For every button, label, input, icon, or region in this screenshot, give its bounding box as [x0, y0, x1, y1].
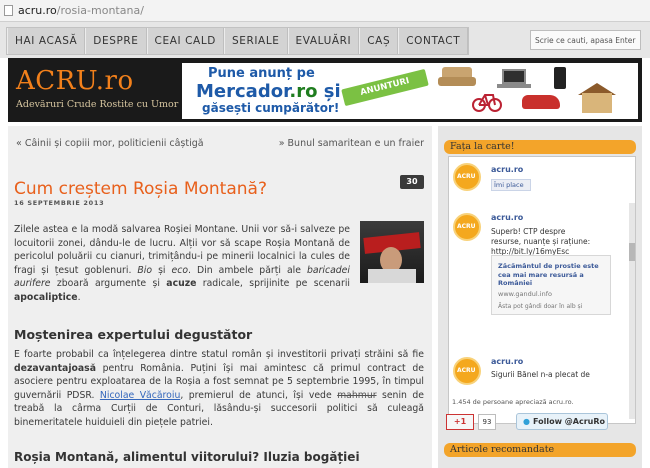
site-tagline: Adevăruri Crude Rostite cu Umor	[16, 99, 179, 110]
fb-scrollbar[interactable]	[629, 203, 635, 419]
sidebar: Fața la carte! ACRU acru.ro Îmi place AC…	[438, 126, 642, 468]
fb-scroll-thumb[interactable]	[629, 243, 635, 261]
comment-count-badge[interactable]: 30	[400, 175, 424, 189]
search-input[interactable]: Scrie ce cauti, apasa Enter	[530, 30, 641, 50]
laptop-base-icon	[497, 84, 531, 88]
acru-avatar[interactable]: ACRU	[453, 357, 481, 385]
ad-badge: ANUNTURI GRATUITE	[341, 68, 429, 114]
section-heading-2: Roșia Montană, alimentul viitorului? Ilu…	[14, 450, 360, 464]
fb-page-name[interactable]: acru.ro	[491, 165, 523, 174]
main-content: « Câinii și copiii mor, politicienii câș…	[8, 126, 432, 468]
post-title[interactable]: Cum creștem Roșia Montană?	[14, 179, 267, 199]
nav-item-hai-acasa[interactable]: HAI ACASĂ	[7, 28, 86, 54]
fb-post-author[interactable]: acru.ro	[491, 213, 523, 222]
url-text[interactable]: acru.ro/rosia-montana/	[18, 4, 144, 17]
twitter-bird-icon: ●	[523, 417, 530, 426]
fb-card-caption: Ăsta pot gândi doar în alb și	[498, 303, 583, 310]
bicycle-icon	[472, 94, 502, 112]
facebook-like-box: ACRU acru.ro Îmi place ACRU acru.ro Supe…	[448, 156, 636, 424]
phone-icon	[554, 67, 566, 89]
ad-line-1: Pune anunț pe	[208, 66, 315, 81]
facebook-widget-title: Fața la carte!	[444, 140, 636, 154]
previous-post-link[interactable]: « Câinii și copiii mor, politicienii câș…	[16, 138, 204, 149]
twitter-follow-button[interactable]: ● Follow @AcruRo	[516, 413, 608, 430]
fb-like-button[interactable]: Îmi place	[491, 179, 531, 191]
post-paragraph-2: E foarte probabil ca înțelegerea dintre …	[14, 349, 424, 428]
site-logo[interactable]: ACRU.ro	[16, 66, 134, 96]
google-plus-count: 93	[478, 414, 496, 430]
nav-item-despre[interactable]: DESPRE	[85, 28, 147, 54]
acru-avatar[interactable]: ACRU	[453, 213, 481, 241]
acru-avatar[interactable]: ACRU	[453, 163, 481, 191]
page-icon	[4, 5, 13, 16]
nav-item-evaluari[interactable]: EVALUĂRI	[287, 28, 360, 54]
fb-card-title[interactable]: Zăcământul de prostie este cea mai mare …	[498, 262, 606, 288]
section-heading-1: Moștenirea expertului degustător	[14, 327, 253, 342]
fb-post-text: Superb! CTP despre resurse, nuanțe și ra…	[491, 227, 591, 256]
fb-post2-text: Sigurii Bănel n-a plecat de	[491, 370, 590, 379]
post-paragraph-1: Zilele astea e la modă salvarea Roșiei M…	[14, 224, 350, 303]
sofa-base-icon	[438, 77, 476, 86]
protester-shirt	[368, 269, 416, 283]
google-plus-button[interactable]: +1	[446, 414, 474, 430]
post-date: 16 SEPTEMBRIE 2013	[14, 199, 105, 207]
nav-item-contact[interactable]: CONTACT	[398, 28, 469, 54]
main-menu: HAI ACASĂ DESPRE CEAI CALD SERIALE EVALU…	[6, 27, 470, 55]
next-post-link[interactable]: » Bunul samaritean e un fraier	[279, 138, 424, 149]
nav-item-cas[interactable]: CAȘ	[359, 28, 399, 54]
recommended-articles-title: Articole recomandate	[444, 443, 636, 457]
nav-item-ceai-cald[interactable]: CEAI CALD	[146, 28, 224, 54]
address-bar[interactable]: acru.ro/rosia-montana/	[0, 0, 650, 22]
fb-like-count: 1.454 de persoane apreciază acru.ro.	[452, 398, 574, 406]
nav-item-seriale[interactable]: SERIALE	[223, 28, 288, 54]
ad-line-3: găsești cumpărător!	[202, 101, 340, 115]
ad-banner[interactable]: Pune anunț pe Mercador.ro și găsești cum…	[182, 63, 638, 119]
fb-card-domain: www.gandul.info	[498, 290, 552, 298]
vacaroiu-link[interactable]: Nicolae Văcăroiu	[100, 390, 180, 401]
fb-link-card[interactable]: Zăcământul de prostie este cea mai mare …	[491, 255, 611, 315]
fb-post2-author[interactable]: acru.ro	[491, 357, 523, 366]
car-icon	[522, 95, 560, 109]
post-image[interactable]	[360, 221, 424, 283]
house-icon	[582, 93, 612, 113]
navigation-bar: HAI ACASĂ DESPRE CEAI CALD SERIALE EVALU…	[0, 22, 650, 58]
laptop-icon	[502, 69, 526, 84]
ad-line-2: Mercador.ro și	[196, 81, 341, 102]
